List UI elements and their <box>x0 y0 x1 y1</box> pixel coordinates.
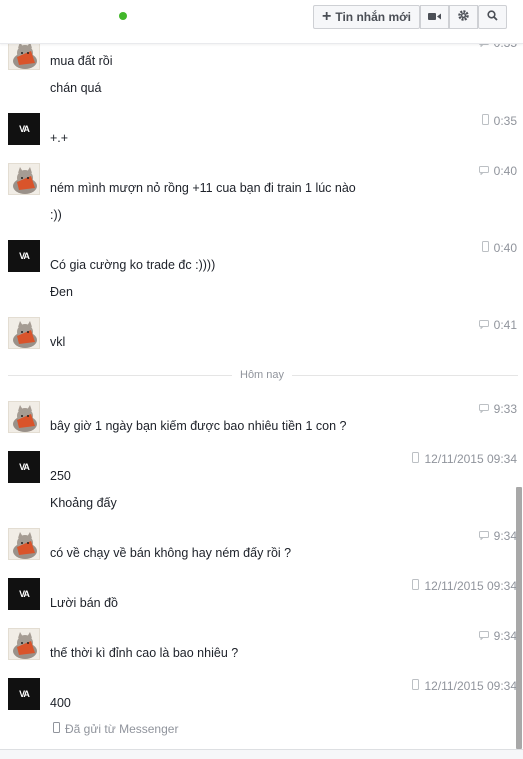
message-text: ném mình mượn nỏ rồng +11 cua bạn đi tra… <box>50 181 356 195</box>
sent-from-messenger: Đã gửi từ Messenger <box>53 722 178 736</box>
chat-bubble-icon <box>478 318 489 332</box>
online-status-indicator <box>119 12 127 20</box>
conversation-header: + Tin nhắn mới <box>0 0 523 44</box>
composer-edge <box>0 749 523 759</box>
message-timestamp: 9:34 <box>478 529 517 543</box>
conversation-thread[interactable] <box>0 44 523 749</box>
message-timestamp: 0:35 <box>481 114 517 128</box>
mobile-phone-icon <box>481 241 489 255</box>
mobile-phone-icon <box>481 114 489 128</box>
message-timestamp: 12/11/2015 09:34 <box>412 452 517 466</box>
cat-avatar[interactable] <box>8 528 40 560</box>
message-text: bây giờ 1 ngày bạn kiếm được bao nhiêu t… <box>50 419 347 433</box>
message-timestamp: 0:41 <box>478 318 517 332</box>
chat-bubble-icon <box>478 529 489 543</box>
message-text: Lười bán đồ <box>50 596 118 610</box>
message-text: +.+ <box>50 131 69 145</box>
chat-bubble-icon <box>478 402 489 416</box>
mobile-phone-icon <box>53 722 60 736</box>
message-timestamp: 9:34 <box>478 629 517 643</box>
date-divider-label: Hôm nay <box>232 369 293 381</box>
video-camera-icon <box>428 10 441 24</box>
va-avatar[interactable]: VA <box>8 451 40 483</box>
settings-button[interactable] <box>449 5 478 29</box>
va-avatar[interactable]: VA <box>8 240 40 272</box>
mobile-phone-icon <box>412 452 420 466</box>
message-timestamp: 9:33 <box>478 402 517 416</box>
message-timestamp: 12/11/2015 09:34 <box>412 579 517 593</box>
cat-avatar[interactable] <box>8 628 40 660</box>
va-avatar[interactable]: VA <box>8 678 40 710</box>
cat-avatar[interactable] <box>8 401 40 433</box>
chat-bubble-icon <box>478 629 489 643</box>
message-text: Khoảng đấy <box>50 496 117 510</box>
va-avatar[interactable]: VA <box>8 578 40 610</box>
message-text: vkl <box>50 335 66 349</box>
message-text: có về chạy về bán không hay ném đấy rồi … <box>50 546 292 560</box>
message-text: Có gia cường ko trade đc :)))) <box>50 258 216 272</box>
message-timestamp: 0:40 <box>478 164 517 178</box>
gear-icon <box>457 9 470 25</box>
sent-from-label: Đã gửi từ Messenger <box>65 722 179 736</box>
message-timestamp: 0:40 <box>481 241 517 255</box>
mobile-phone-icon <box>412 679 420 693</box>
cat-avatar[interactable] <box>8 317 40 349</box>
video-call-button[interactable] <box>420 5 449 29</box>
cat-avatar[interactable] <box>8 163 40 195</box>
new-message-button[interactable]: + Tin nhắn mới <box>313 5 420 29</box>
chat-bubble-icon <box>478 164 489 178</box>
plus-icon: + <box>322 8 332 25</box>
message-text: mua đất rồi <box>50 54 113 68</box>
message-text: 250 <box>50 469 71 483</box>
message-text: Đen <box>50 285 73 299</box>
mobile-phone-icon <box>412 579 420 593</box>
message-text: :)) <box>50 208 62 222</box>
message-text: 400 <box>50 696 71 710</box>
search-button[interactable] <box>478 5 507 29</box>
search-icon <box>487 10 498 24</box>
scrollbar-thumb[interactable] <box>516 487 522 749</box>
message-timestamp: 12/11/2015 09:34 <box>412 679 517 693</box>
va-avatar[interactable]: VA <box>8 113 40 145</box>
message-text: thế thời kì đỉnh cao là bao nhiêu ? <box>50 646 239 660</box>
message-text: chán quá <box>50 81 102 95</box>
new-message-label: Tin nhắn mới <box>335 10 411 24</box>
